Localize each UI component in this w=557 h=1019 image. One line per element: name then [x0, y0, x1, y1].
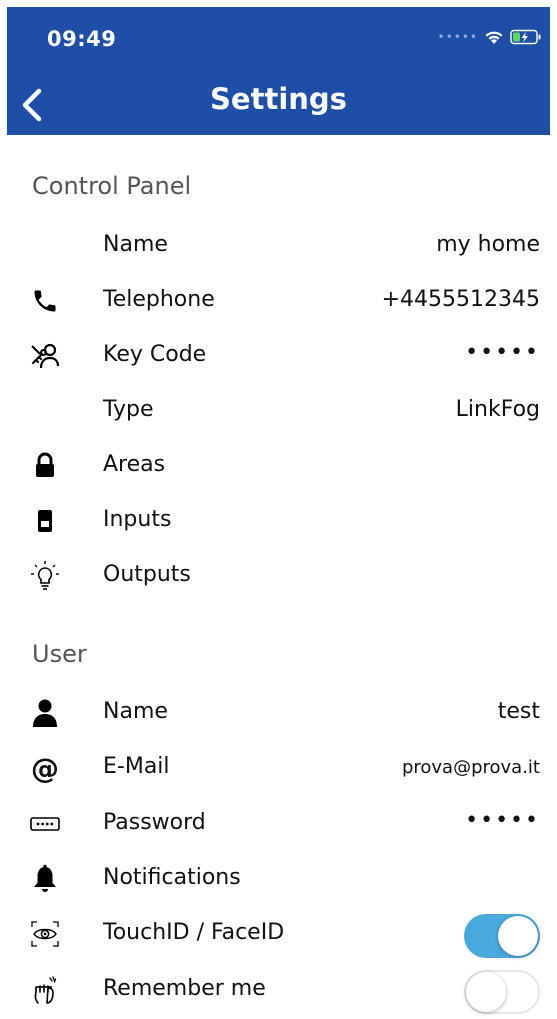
- row-type[interactable]: Type LinkFog: [0, 391, 557, 431]
- user-name-label: Name: [103, 699, 168, 724]
- row-password[interactable]: Password •••••: [0, 804, 557, 844]
- row-panel-name[interactable]: Name my home: [0, 226, 557, 266]
- bell-icon: [28, 863, 62, 895]
- remember-me-toggle[interactable]: [464, 970, 540, 1014]
- type-label: Type: [103, 397, 154, 422]
- lock-icon: [28, 450, 62, 482]
- status-icons: •••••: [438, 29, 542, 45]
- outputs-label: Outputs: [103, 562, 191, 587]
- row-key-code[interactable]: Key Code •••••: [0, 336, 557, 376]
- battery-charging-icon: [510, 29, 541, 45]
- toggle-knob: [498, 916, 538, 956]
- sensor-icon: [28, 505, 62, 537]
- status-bar: 09:49 •••••: [7, 7, 550, 77]
- email-value: prova@prova.it: [401, 757, 540, 778]
- row-user-name[interactable]: Name test: [0, 693, 557, 733]
- key-user-icon: [28, 340, 62, 372]
- inputs-label: Inputs: [103, 507, 172, 532]
- phone-icon: [28, 285, 62, 317]
- telephone-value: +4455512345: [381, 287, 540, 312]
- notifications-label: Notifications: [103, 865, 241, 890]
- row-remember-me: Remember me: [0, 970, 557, 1014]
- touchid-label: TouchID / FaceID: [103, 920, 285, 945]
- hand-icon: [28, 974, 62, 1006]
- row-touchid: TouchID / FaceID: [0, 914, 557, 958]
- touchid-toggle[interactable]: [464, 914, 540, 958]
- section-title-control-panel: Control Panel: [32, 172, 192, 200]
- nav-bar: Settings: [7, 77, 550, 135]
- row-notifications[interactable]: Notifications: [0, 859, 557, 899]
- panel-name-label: Name: [103, 232, 168, 257]
- section-title-user: User: [32, 640, 87, 668]
- email-label: E-Mail: [103, 754, 170, 779]
- row-outputs[interactable]: Outputs: [0, 556, 557, 596]
- wifi-icon: [485, 31, 503, 44]
- key-code-label: Key Code: [103, 342, 207, 367]
- signal-icon: •••••: [437, 30, 478, 44]
- panel-name-value: my home: [436, 232, 540, 257]
- user-icon: [28, 697, 62, 729]
- areas-label: Areas: [103, 452, 166, 477]
- password-icon: [28, 808, 62, 840]
- remember-me-label: Remember me: [103, 976, 266, 1001]
- row-telephone[interactable]: Telephone +4455512345: [0, 281, 557, 321]
- user-name-value: test: [497, 699, 540, 724]
- status-time: 09:49: [47, 27, 117, 51]
- toggle-knob: [466, 972, 506, 1012]
- row-areas[interactable]: Areas: [0, 446, 557, 486]
- at-sign-icon: @: [31, 751, 59, 785]
- face-id-eye-icon: [28, 918, 62, 950]
- telephone-label: Telephone: [103, 287, 215, 312]
- page-title: Settings: [210, 82, 347, 116]
- row-inputs[interactable]: Inputs: [0, 501, 557, 541]
- light-bulb-icon: [28, 560, 62, 592]
- password-label: Password: [103, 810, 206, 835]
- password-value: •••••: [465, 808, 540, 833]
- row-email[interactable]: @ E-Mail prova@prova.it: [0, 748, 557, 788]
- type-value: LinkFog: [455, 397, 540, 422]
- key-code-value: •••••: [465, 340, 540, 365]
